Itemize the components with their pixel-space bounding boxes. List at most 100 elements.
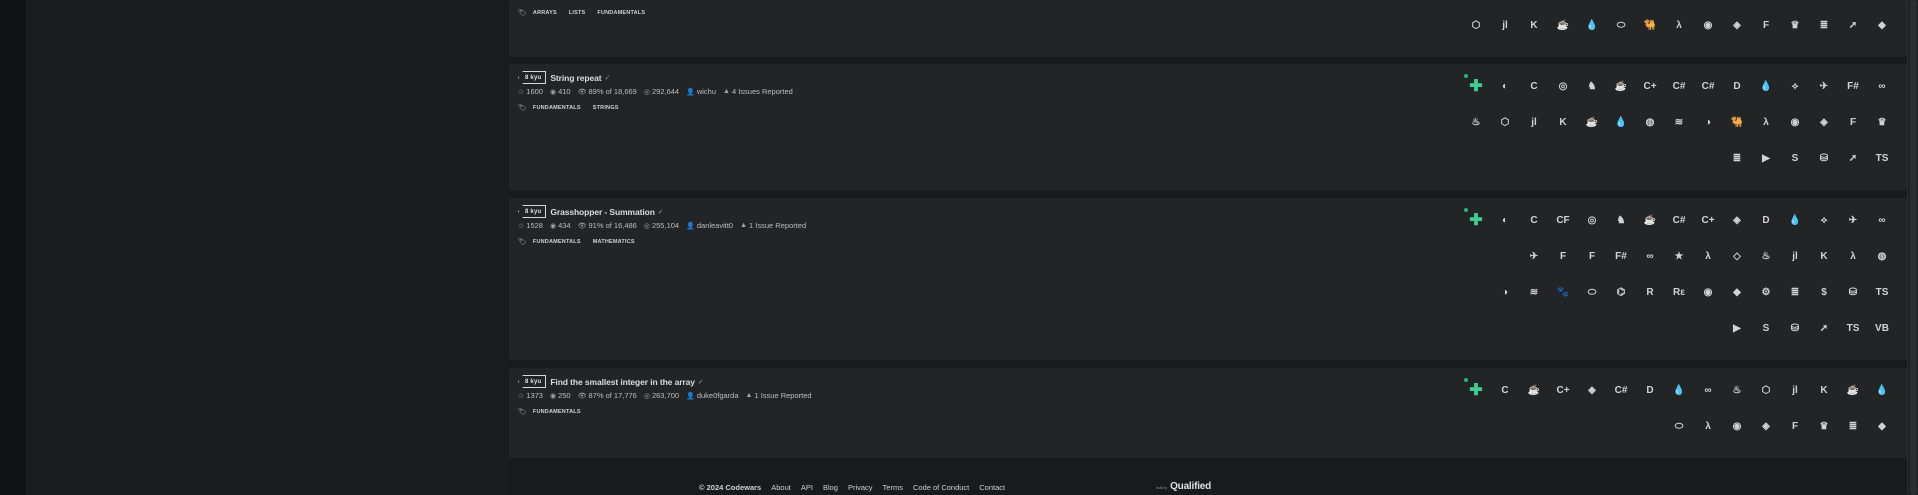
forth-icon[interactable]: F (1554, 247, 1572, 265)
elixir-icon[interactable]: 💧 (1757, 77, 1775, 95)
r-icon[interactable]: R (1641, 283, 1659, 301)
cpp-icon[interactable]: C+ (1699, 211, 1717, 229)
fsharp-icon[interactable]: F# (1612, 247, 1630, 265)
tag[interactable]: FUNDAMENTALS (533, 239, 581, 245)
objc-icon[interactable]: ◑ (1496, 283, 1514, 301)
issues-link[interactable]: 1 Issue Reported (754, 391, 811, 400)
erlang-icon[interactable]: ✈ (1815, 77, 1833, 95)
kata-title-link[interactable]: Grasshopper - Summation (550, 207, 655, 217)
footer-link-privacy[interactable]: Privacy (848, 483, 873, 492)
author-link[interactable]: wichu (697, 87, 716, 96)
lambdacalc-icon[interactable]: λ (1844, 247, 1862, 265)
nodejs-icon[interactable]: ⬡ (1496, 113, 1514, 131)
nim-icon[interactable]: ♛ (1786, 16, 1804, 34)
javascript-icon[interactable]: ✚ (1464, 208, 1485, 229)
reason-icon[interactable]: Rε (1670, 283, 1688, 301)
c-icon[interactable]: C (1496, 381, 1514, 399)
tag[interactable]: LISTS (569, 10, 586, 16)
coffeescript-icon[interactable]: ☕ (1641, 211, 1659, 229)
csharp-icon[interactable]: C# (1670, 211, 1688, 229)
purescript-icon[interactable]: ⬭ (1583, 283, 1601, 301)
paws-icon[interactable]: 🐾 (1554, 283, 1572, 301)
ruby-icon[interactable]: ◆ (1728, 283, 1746, 301)
author-link[interactable]: duke0fgarda (697, 391, 739, 400)
swift-icon[interactable]: ➚ (1844, 149, 1862, 167)
tag[interactable]: FUNDAMENTALS (533, 409, 581, 415)
scala-icon[interactable]: ≣ (1844, 417, 1862, 435)
crystal-icon[interactable]: ◈ (1757, 417, 1775, 435)
haskell-icon[interactable]: λ (1757, 113, 1775, 131)
javascript-icon[interactable]: ✚ (1464, 378, 1485, 399)
kotlin-icon[interactable]: K (1815, 381, 1833, 399)
haxe-icon[interactable]: ◇ (1728, 247, 1746, 265)
crystal-icon[interactable]: ◈ (1728, 211, 1746, 229)
lua-icon[interactable]: ◍ (1873, 247, 1891, 265)
qualified-logo[interactable]: built by Qualified (1156, 481, 1211, 492)
footer-link-blog[interactable]: Blog (823, 483, 838, 492)
rust-icon[interactable]: ⚙ (1757, 283, 1775, 301)
author-link[interactable]: danleavitt0 (697, 221, 733, 230)
elm-icon[interactable]: ⟡ (1786, 77, 1804, 95)
elm-icon[interactable]: ⟡ (1815, 211, 1833, 229)
nodejs-icon[interactable]: ⬡ (1757, 381, 1775, 399)
haskell-icon[interactable]: λ (1699, 417, 1717, 435)
footer-link-code-of-conduct[interactable]: Code of Conduct (913, 483, 969, 492)
elixir-icon[interactable]: 💧 (1873, 381, 1891, 399)
nasm-icon[interactable]: ≋ (1525, 283, 1543, 301)
sql-icon[interactable]: ⛁ (1786, 319, 1804, 337)
dart-icon[interactable]: D (1728, 77, 1746, 95)
issues-link[interactable]: 1 Issue Reported (749, 221, 806, 230)
commonlisp-icon[interactable]: ♞ (1612, 211, 1630, 229)
c-icon[interactable]: C (1525, 211, 1543, 229)
crystal-icon[interactable]: ◈ (1583, 381, 1601, 399)
purescript-icon[interactable]: ⬭ (1670, 417, 1688, 435)
crystal-icon[interactable]: ◈ (1815, 113, 1833, 131)
scala-icon[interactable]: ≣ (1786, 283, 1804, 301)
crystal-icon[interactable]: ◈ (1728, 16, 1746, 34)
cpp-icon[interactable]: C+ (1641, 77, 1659, 95)
commonlisp-icon[interactable]: ♞ (1583, 77, 1601, 95)
kotlin-icon[interactable]: K (1815, 247, 1833, 265)
factor-icon[interactable]: ∞ (1873, 77, 1891, 95)
csharp-alt-icon[interactable]: C# (1699, 77, 1717, 95)
julia-icon[interactable]: jl (1525, 113, 1543, 131)
fortran-icon[interactable]: F (1786, 417, 1804, 435)
cobol-icon[interactable]: ◎ (1583, 211, 1601, 229)
fsharp-icon[interactable]: F# (1844, 77, 1862, 95)
erlang-icon[interactable]: ✈ (1525, 247, 1543, 265)
issues-link[interactable]: 4 Issues Reported (732, 87, 793, 96)
java-icon[interactable]: ♨ (1728, 381, 1746, 399)
typescript-icon[interactable]: TS (1873, 149, 1891, 167)
kata-title-link[interactable]: String repeat (550, 73, 601, 83)
groovy-icon[interactable]: ★ (1670, 247, 1688, 265)
tag[interactable]: STRINGS (593, 105, 619, 111)
elixir-icon[interactable]: 💧 (1670, 381, 1688, 399)
powershell-icon[interactable]: ▶ (1757, 149, 1775, 167)
coffeescript-icon[interactable]: ☕ (1525, 381, 1543, 399)
racket-icon[interactable]: ◉ (1786, 113, 1804, 131)
dart-icon[interactable]: D (1757, 211, 1775, 229)
footer-link-contact[interactable]: Contact (979, 483, 1005, 492)
clojure-icon[interactable]: ◐ (1496, 211, 1514, 229)
factor-icon[interactable]: ∞ (1873, 211, 1891, 229)
clojure-icon[interactable]: ◐ (1496, 77, 1514, 95)
scala-icon[interactable]: ≣ (1815, 16, 1833, 34)
javascript-icon[interactable]: ✚ (1464, 74, 1485, 95)
lua-icon[interactable]: ◍ (1641, 113, 1659, 131)
powershell-icon[interactable]: ▶ (1728, 319, 1746, 337)
tag[interactable]: FUNDAMENTALS (533, 105, 581, 111)
footer-link-about[interactable]: About (771, 483, 791, 492)
purescript-icon[interactable]: ⬭ (1612, 16, 1630, 34)
java-icon[interactable]: ♨ (1467, 113, 1485, 131)
sass-icon[interactable]: S (1757, 319, 1775, 337)
julia-icon[interactable]: jl (1786, 247, 1804, 265)
scrollbar[interactable] (1907, 0, 1918, 495)
fortran-icon[interactable]: F (1583, 247, 1601, 265)
cobol-icon[interactable]: ◎ (1554, 77, 1572, 95)
footer-link-terms[interactable]: Terms (883, 483, 903, 492)
erlang-icon[interactable]: ✈ (1844, 211, 1862, 229)
nim-icon[interactable]: ♛ (1815, 417, 1833, 435)
sass-icon[interactable]: S (1786, 149, 1804, 167)
julia-icon[interactable]: jl (1786, 381, 1804, 399)
coffeescript-icon[interactable]: ☕ (1583, 113, 1601, 131)
